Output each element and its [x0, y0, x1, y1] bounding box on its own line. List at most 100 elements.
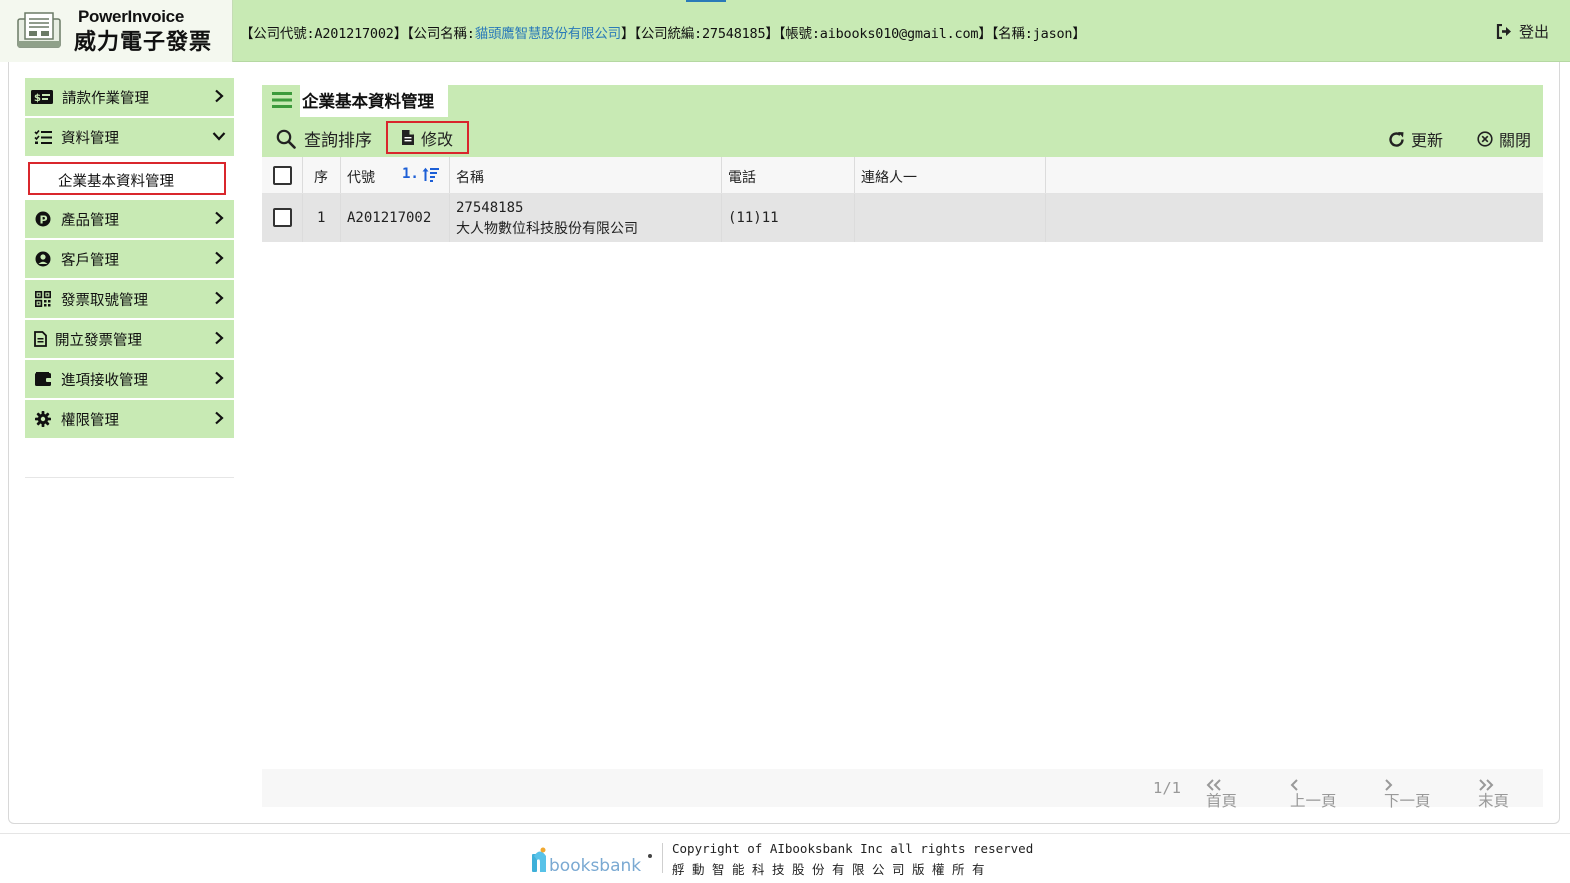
row-checkbox[interactable]: [273, 208, 292, 227]
aibooksbank-logo: booksbank: [532, 847, 652, 876]
sidebar-item-label: 權限管理: [61, 412, 119, 429]
sidebar-item-label: 客戶管理: [61, 252, 119, 269]
close-circle-icon: [1477, 131, 1493, 147]
sort-order: 1.: [402, 166, 419, 182]
sidebar-item-label: 產品管理: [61, 212, 119, 229]
chevron-right-icon: [215, 291, 224, 305]
row-code-cell: A201217002: [341, 194, 450, 242]
invoice-logo-icon: [17, 12, 61, 48]
sidebar-item-billing[interactable]: $ 請款作業管理: [25, 78, 234, 116]
file-edit-icon: [401, 130, 414, 145]
first-page-button[interactable]: 首頁: [1206, 779, 1237, 810]
sidebar-item-products[interactable]: P 產品管理: [25, 200, 234, 238]
header-phone-cell[interactable]: 電話: [722, 157, 855, 193]
sidebar-item-label: 發票取號管理: [61, 292, 148, 309]
product-p-icon: P: [33, 211, 53, 227]
footer-divider: [0, 833, 1570, 834]
sidebar-item-label: 進項接收管理: [61, 372, 148, 389]
hamburger-menu-icon[interactable]: [272, 90, 292, 110]
prev-page-button[interactable]: 上一頁: [1290, 779, 1337, 810]
chevron-right-icon: [215, 211, 224, 225]
first-page-label: 首頁: [1206, 792, 1238, 810]
row-company-name: 大人物數位科技股份有限公司: [456, 221, 638, 237]
row-phone-cell: (11)11: [722, 194, 855, 242]
table-row[interactable]: 1 A201217002 27548185 大人物數位科技股份有限公司 (11)…: [262, 194, 1543, 242]
company-name-link[interactable]: 貓頭鷹智慧股份有限公司: [475, 26, 622, 42]
logout-label: 登出: [1519, 23, 1550, 41]
pagination: 1/1 首頁 上一頁 下一頁 末頁: [262, 769, 1543, 810]
row-select-cell: [262, 194, 303, 242]
refresh-icon: [1389, 131, 1404, 147]
chevron-right-icon: [215, 89, 224, 103]
footer-copyright: Copyright of AIbooksbank Inc all rights …: [672, 841, 1034, 856]
sidebar-item-issue-invoice[interactable]: 開立發票管理: [25, 320, 234, 358]
chevron-right-icon: [215, 331, 224, 345]
refresh-button[interactable]: 更新: [1388, 127, 1443, 151]
header-code: 代號: [347, 170, 375, 186]
header-name-cell[interactable]: 名稱: [450, 157, 722, 193]
sidebar-subitem-label: 企業基本資料管理: [28, 162, 226, 195]
refresh-label: 更新: [1411, 131, 1444, 150]
list-check-icon: [33, 129, 53, 145]
sidebar-subitem-company-profile[interactable]: 企業基本資料管理: [25, 158, 234, 198]
last-page-label: 末頁: [1478, 792, 1510, 810]
sign-out-icon: [1496, 24, 1511, 39]
sort-indicator[interactable]: 1.: [402, 166, 439, 182]
page-indicator: 1/1: [1153, 779, 1181, 797]
invoice-dollar-icon: $: [31, 89, 53, 105]
svg-text:$: $: [34, 93, 41, 104]
header-contact: 連絡人一: [861, 170, 917, 186]
sidebar-item-customers[interactable]: 客戶管理: [25, 240, 234, 278]
row-phone: (11)11: [728, 210, 779, 226]
header-select-cell: [262, 157, 303, 193]
svg-text:P: P: [40, 213, 48, 226]
page-title-bar: [262, 85, 1543, 117]
sidebar-footer-space: [25, 440, 234, 478]
app-header: PowerInvoice 威力電子發票 【公司代號:A201217002】【公司…: [0, 0, 1570, 62]
footer-company-rights: 艀動智能科技股份有限公司版權所有: [672, 862, 993, 877]
page-title: 企業基本資料管理: [302, 92, 434, 111]
company-info-suffix: 】【公司統編:27548185】【帳號:aibooks010@gmail.com…: [621, 26, 1086, 42]
row-name-cell: 27548185 大人物數位科技股份有限公司: [450, 194, 722, 242]
footer-brand-text: booksbank: [549, 856, 641, 876]
table-header: 序 代號 1. 名稱 電話 連絡人一: [262, 157, 1543, 194]
chevron-right-icon: [215, 411, 224, 425]
close-button[interactable]: 關閉: [1477, 127, 1531, 151]
app-logo[interactable]: PowerInvoice 威力電子發票: [0, 0, 233, 62]
header-contact-cell[interactable]: 連絡人一: [855, 157, 1046, 193]
wallet-icon: [33, 371, 53, 387]
company-info: 【公司代號:A201217002】【公司名稱:貓頭鷹智慧股份有限公司】【公司統編…: [240, 22, 1086, 42]
sidebar-item-invoice-numbers[interactable]: 發票取號管理: [25, 280, 234, 318]
toolbar: 查詢排序 修改 更新 關閉: [262, 117, 1543, 157]
header-seq-cell: 序: [303, 157, 341, 193]
header-name: 名稱: [456, 170, 484, 186]
chevron-down-icon: [212, 132, 226, 141]
edit-button[interactable]: 修改: [386, 121, 469, 154]
row-seq-cell: 1: [303, 194, 341, 242]
edit-label: 修改: [420, 129, 453, 149]
sidebar-item-data[interactable]: 資料管理: [25, 118, 234, 156]
logout-button[interactable]: 登出: [1496, 21, 1549, 42]
sidebar-item-label: 資料管理: [61, 130, 119, 147]
gear-icon: [33, 411, 53, 427]
search-icon: [276, 129, 296, 149]
sort-ascending-icon: [422, 167, 439, 182]
header-phone: 電話: [728, 170, 756, 186]
sidebar-item-permissions[interactable]: 權限管理: [25, 400, 234, 438]
query-sort-button[interactable]: 查詢排序: [276, 126, 372, 151]
last-page-button[interactable]: 末頁: [1478, 779, 1509, 810]
top-indicator: [686, 0, 726, 2]
sidebar-item-input-receipt[interactable]: 進項接收管理: [25, 360, 234, 398]
row-contact-cell: [855, 194, 1046, 242]
company-info-prefix: 【公司代號:A201217002】【公司名稱:: [240, 26, 475, 42]
sidebar-item-label: 請款作業管理: [62, 90, 149, 107]
row-seq: 1: [317, 210, 326, 226]
next-page-button[interactable]: 下一頁: [1384, 779, 1431, 810]
data-table: 序 代號 1. 名稱 電話 連絡人一 1 A201217002 27548185: [262, 157, 1543, 242]
close-label: 關閉: [1499, 131, 1532, 150]
chevron-right-icon: [215, 371, 224, 385]
qr-code-icon: [33, 291, 53, 307]
logo-text-zh: 威力電子發票: [74, 30, 213, 55]
prev-page-label: 上一頁: [1290, 792, 1337, 810]
select-all-checkbox[interactable]: [273, 166, 292, 185]
